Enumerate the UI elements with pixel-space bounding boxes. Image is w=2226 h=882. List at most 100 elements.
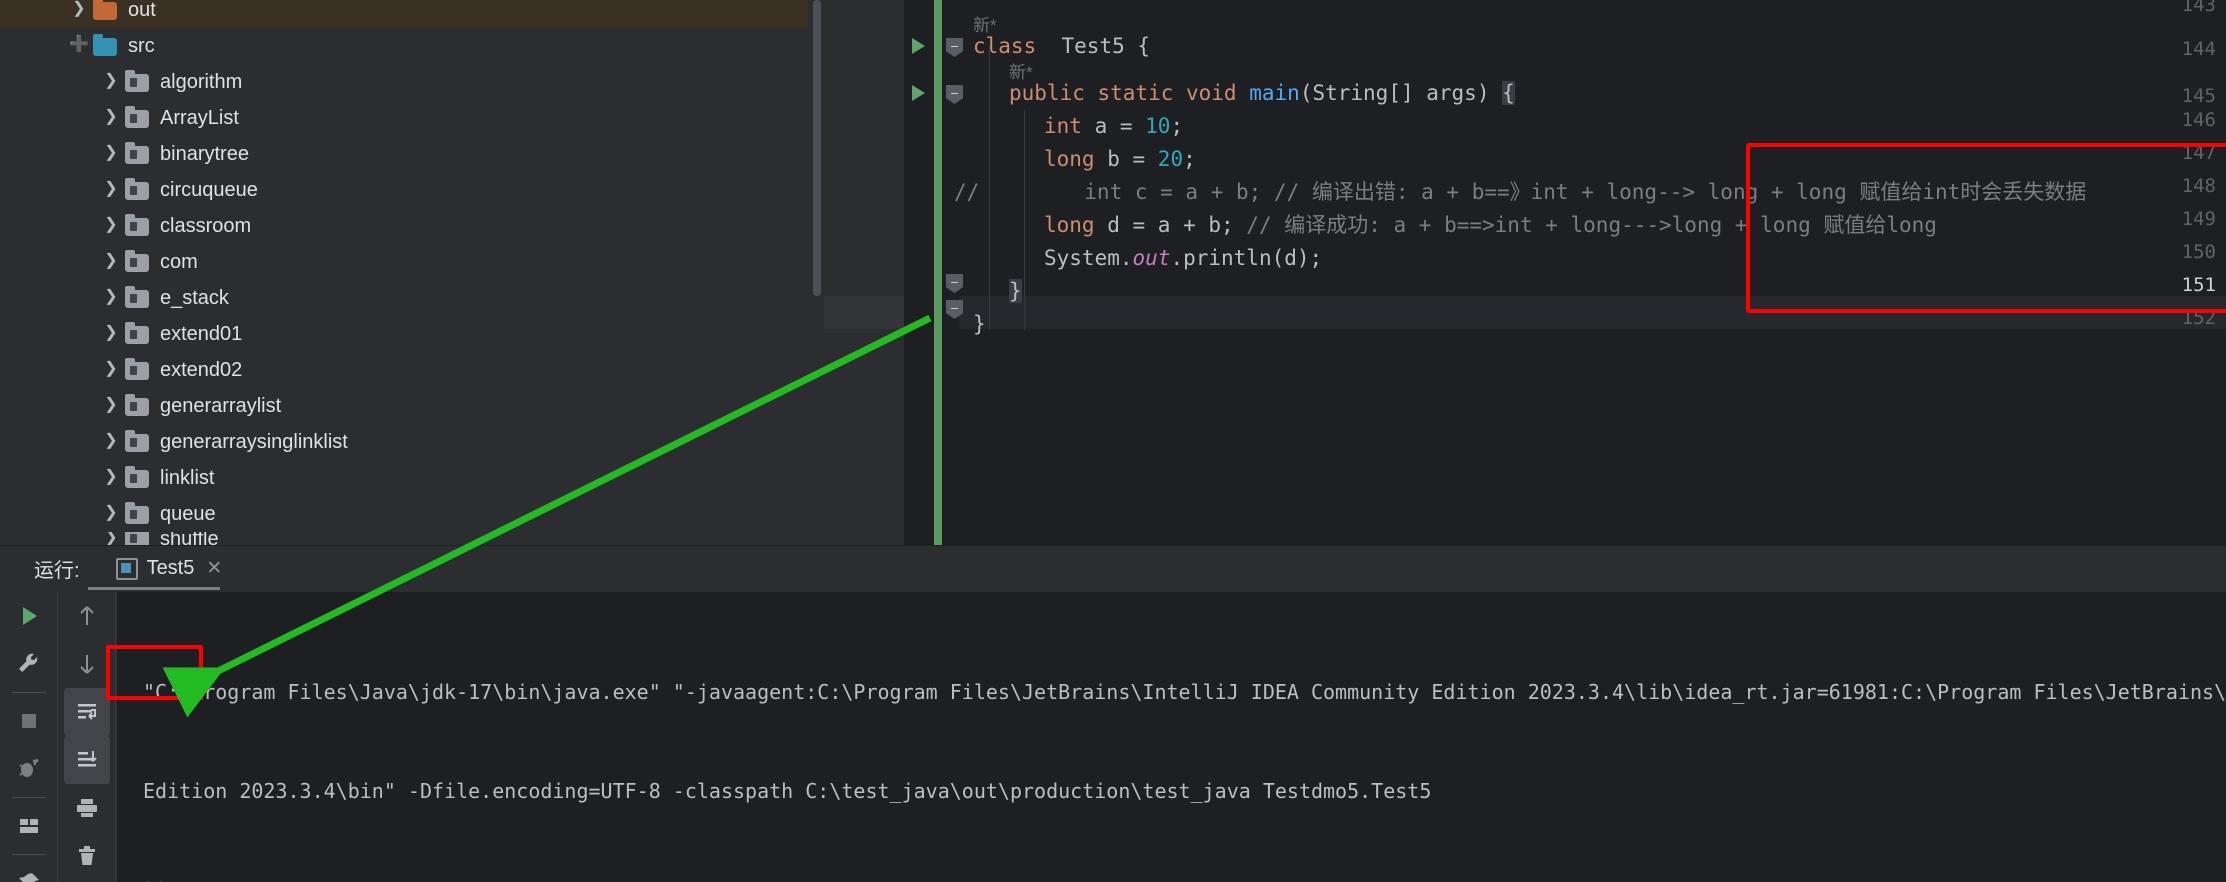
code-line-145: public static void main(String[] args) { (1009, 81, 1515, 105)
code-line-150: System.out.println(d); (1044, 246, 1323, 270)
chevron-right-icon[interactable]: ❯ (98, 253, 124, 269)
scroll-down-button[interactable] (58, 640, 116, 688)
scroll-up-button[interactable] (58, 592, 116, 640)
tree-item-label: queue (160, 503, 216, 525)
toolbar-divider (11, 854, 46, 855)
soft-wrap-button[interactable] (64, 688, 110, 736)
print-button[interactable] (58, 784, 116, 832)
tree-item-label: linklist (160, 467, 215, 489)
package-folder-icon (124, 501, 150, 525)
console-output[interactable]: "C:\Program Files\Java\jdk-17\bin\java.e… (117, 592, 2226, 882)
code-line-152: } (973, 312, 986, 336)
run-toolbar-left[interactable] (0, 592, 58, 882)
chevron-right-icon[interactable]: ❯ (98, 505, 124, 521)
tree-item-circuqueue[interactable]: ❯ circuqueue (0, 172, 808, 208)
folder-icon (92, 0, 118, 21)
gutter-current-line-highlight (824, 296, 904, 329)
close-icon[interactable]: ✕ (206, 557, 222, 580)
layout-button[interactable] (0, 802, 58, 850)
toolbar-divider (11, 797, 46, 798)
tree-item-classroom[interactable]: ❯ classroom (0, 208, 808, 244)
run-tool-window[interactable]: 运行: Test5 ✕ "C:\Program Files\Java\jdk-1… (0, 545, 2226, 882)
tree-item-binarytree[interactable]: ❯ binarytree (0, 136, 808, 172)
tree-item-shuffle[interactable]: ❯ shuffle (0, 532, 808, 545)
console-program-output: 30 (143, 874, 2226, 882)
arrow-down-icon (80, 655, 94, 674)
run-tab-bar[interactable]: 运行: Test5 ✕ (0, 546, 2226, 591)
stop-button[interactable] (0, 697, 58, 745)
code-editor[interactable]: 143 144 145 146 147 148 149 150 151 152 … (824, 0, 2226, 545)
chevron-right-icon[interactable]: ❯ (98, 289, 124, 305)
editor-gutter[interactable] (824, 0, 904, 545)
chevron-right-icon[interactable]: ❯ (98, 73, 124, 89)
project-tree-panel[interactable]: ❯ out ➕ src ❯ algorithm ❯ ArrayList ❯ bi… (0, 0, 824, 545)
chevron-right-icon[interactable]: ❯ (98, 361, 124, 377)
tree-item-out[interactable]: ❯ out (0, 0, 808, 28)
layout-icon (20, 819, 38, 833)
vcs-change-marker (934, 0, 942, 545)
code-line-146: int a = 10; (1044, 114, 1184, 138)
printer-icon (77, 799, 97, 817)
tree-item-generarraylist[interactable]: ❯ generarraylist (0, 388, 808, 424)
wrench-icon (19, 653, 38, 672)
run-tab-test5[interactable]: Test5 ✕ (115, 546, 222, 591)
clear-all-button[interactable] (58, 832, 116, 880)
package-folder-icon (124, 393, 150, 417)
tree-scrollbar-thumb[interactable] (813, 0, 821, 296)
tree-item-e-stack[interactable]: ❯ e_stack (0, 280, 808, 316)
package-folder-icon (124, 105, 150, 129)
chevron-down-icon[interactable]: ➕ (66, 37, 92, 53)
run-config-icon (115, 557, 138, 580)
chevron-right-icon[interactable]: ❯ (98, 532, 124, 545)
tree-item-linklist[interactable]: ❯ linklist (0, 460, 808, 496)
tree-item-label: generarraylist (160, 395, 282, 417)
code-line-151: } (1009, 279, 1022, 303)
soft-wrap-icon (78, 704, 96, 720)
chevron-right-icon[interactable]: ❯ (98, 145, 124, 161)
chevron-right-icon[interactable]: ❯ (98, 325, 124, 341)
chevron-right-icon[interactable]: ❯ (98, 217, 124, 233)
run-toolbar-console[interactable] (58, 592, 116, 882)
tree-item-extend01[interactable]: ❯ extend01 (0, 316, 808, 352)
tree-item-src[interactable]: ➕ src (0, 28, 808, 64)
play-icon (23, 607, 37, 625)
scroll-to-end-button[interactable] (64, 736, 110, 784)
code-line-147: long b = 20; (1044, 147, 1196, 171)
tree-item-algorithm[interactable]: ❯ algorithm (0, 64, 808, 100)
package-folder-icon (124, 532, 150, 545)
package-folder-icon (124, 69, 150, 93)
ide-window: ❯ out ➕ src ❯ algorithm ❯ ArrayList ❯ bi… (0, 0, 2226, 882)
code-line-148-comment-prefix: // (954, 180, 980, 204)
pin-button[interactable] (0, 859, 58, 882)
package-folder-icon (124, 285, 150, 309)
chevron-right-icon[interactable]: ❯ (66, 1, 92, 17)
tree-item-label: src (128, 35, 155, 57)
chevron-right-icon[interactable]: ❯ (98, 433, 124, 449)
tree-item-com[interactable]: ❯ com (0, 244, 808, 280)
bug-icon (19, 759, 39, 777)
run-tab-label: Test5 (146, 557, 195, 579)
tree-item-label: circuqueue (160, 179, 258, 201)
tree-item-extend02[interactable]: ❯ extend02 (0, 352, 808, 388)
tree-item-label: binarytree (160, 143, 249, 165)
tree-item-label: extend01 (160, 323, 243, 345)
chevron-right-icon[interactable]: ❯ (98, 181, 124, 197)
chevron-right-icon[interactable]: ❯ (98, 469, 124, 485)
folder-icon (92, 33, 118, 57)
chevron-right-icon[interactable]: ❯ (98, 397, 124, 413)
tree-item-generarraysinglinklist[interactable]: ❯ generarraysinglinklist (0, 424, 808, 460)
package-folder-icon (124, 357, 150, 381)
run-method-icon[interactable] (912, 85, 925, 101)
code-text-area[interactable]: 新* class Test5 { 新* public static void m… (954, 0, 2226, 545)
debug-rerun-button[interactable] (0, 745, 58, 793)
tree-item-queue[interactable]: ❯ queue (0, 496, 808, 532)
tree-item-arraylist[interactable]: ❯ ArrayList (0, 100, 808, 136)
stop-square-icon (22, 714, 36, 728)
run-class-icon[interactable] (912, 38, 925, 54)
indent-guide (989, 45, 990, 330)
code-line-148: int c = a + b; // 编译出错: a + b==》int + lo… (1059, 180, 2087, 204)
rerun-button[interactable] (0, 592, 58, 640)
chevron-right-icon[interactable]: ❯ (98, 109, 124, 125)
tree-item-label: com (160, 251, 198, 273)
wrench-settings-button[interactable] (0, 640, 58, 688)
